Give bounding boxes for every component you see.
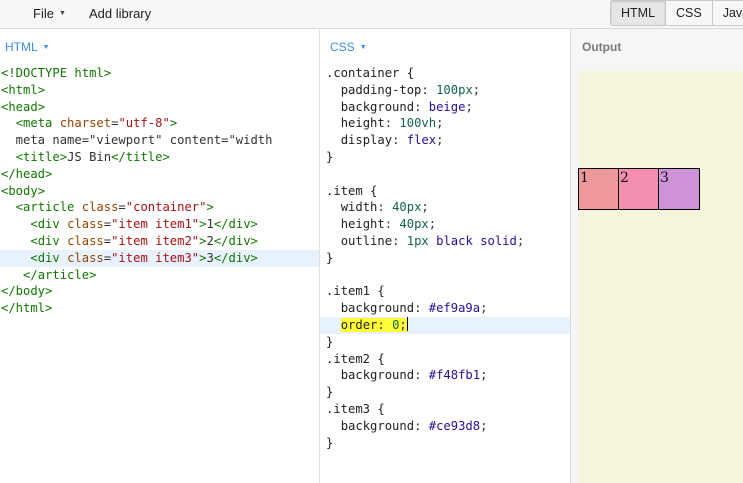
html-code-line[interactable]: </head> [1,166,319,183]
css-panel: CSS ▼ .container { padding-top: 100px; b… [319,29,570,483]
css-code-line[interactable]: height: 40px; [326,216,570,233]
output-frame: 123 [578,71,743,483]
html-panel-title: HTML [5,40,38,54]
css-code-line[interactable]: height: 100vh; [326,115,570,132]
css-code-line[interactable]: .item2 { [326,351,570,368]
output-panel-label: Output [582,40,621,54]
css-code-line[interactable]: } [326,149,570,166]
css-code-line[interactable]: .item1 { [326,283,570,300]
css-code-line[interactable]: display: flex; [326,132,570,149]
panel-toggles: HTML CSS Java [610,0,743,26]
css-code-line[interactable]: .container { [326,65,570,82]
file-menu-label: File [33,5,54,21]
html-code-line[interactable]: <div class="item item3">3</div> [0,249,319,267]
css-code-line[interactable]: padding-top: 100px; [326,82,570,99]
file-menu-button[interactable]: File ▼ [33,4,66,22]
toggle-css[interactable]: CSS [666,0,713,26]
flex-item-1: 1 [578,168,620,210]
css-code-line[interactable]: } [326,384,570,401]
css-code-line[interactable]: ​ [326,166,570,183]
caret-down-icon: ▼ [359,43,367,51]
html-editor[interactable]: <!DOCTYPE html> <html> <head> <meta charse… [0,65,319,317]
css-panel-label[interactable]: CSS ▼ [330,40,367,54]
css-code-line[interactable]: background: #f48fb1; [326,367,570,384]
html-code-line[interactable]: <div class="item item1">1</div> [1,216,319,233]
html-code-line[interactable]: <head> [1,99,319,116]
flex-item-3: 3 [658,168,700,210]
css-code-line[interactable]: .item { [326,183,570,200]
css-code-line[interactable]: } [326,334,570,351]
html-code-line[interactable]: <meta charset="utf-8"> [1,115,319,132]
caret-down-icon: ▼ [58,9,66,17]
html-code-line[interactable]: </article> [1,267,319,284]
caret-down-icon: ▼ [42,43,50,51]
flex-item-2: 2 [618,168,660,210]
html-code-line[interactable]: <title>JS Bin</title> [1,149,319,166]
css-code-line[interactable]: background: #ef9a9a; [326,300,570,317]
output-panel-title: Output [582,40,622,54]
html-code-line[interactable]: meta name="viewport" content="width [1,132,319,149]
css-code-line[interactable]: width: 40px; [326,199,570,216]
css-code-line[interactable]: order: 0; [320,316,570,334]
css-editor[interactable]: .container { padding-top: 100px; backgro… [320,65,570,452]
html-code-line[interactable]: <html> [1,82,319,99]
css-panel-title: CSS [330,40,355,54]
html-code-line[interactable]: <div class="item item2">2</div> [1,233,319,250]
output-panel: Output 123 [570,29,743,483]
css-code-line[interactable]: } [326,250,570,267]
add-library-button[interactable]: Add library [89,4,151,22]
html-code-line[interactable]: <body> [1,183,319,200]
toggle-html[interactable]: HTML [610,0,667,26]
html-panel-label[interactable]: HTML ▼ [5,40,50,54]
html-code-line[interactable]: </html> [1,300,319,317]
css-code-line[interactable]: .item3 { [326,401,570,418]
flex-container: 123 [578,168,700,210]
css-code-line[interactable]: ​ [326,267,570,284]
toggle-javascript[interactable]: Java [712,0,743,26]
css-code-line[interactable]: outline: 1px black solid; [326,233,570,250]
html-code-line[interactable]: <!DOCTYPE html> [1,65,319,82]
html-code-line[interactable]: <article class="container"> [1,199,319,216]
css-code-line[interactable]: background: beige; [326,99,570,116]
css-code-line[interactable]: background: #ce93d8; [326,418,570,435]
toolbar: File ▼ Add library HTML CSS Java [0,0,743,29]
css-code-line[interactable]: } [326,435,570,452]
add-library-label: Add library [89,5,152,21]
html-code-line[interactable]: </body> [1,283,319,300]
html-panel: HTML ▼ <!DOCTYPE html> <html> <head> <meta… [0,29,319,483]
